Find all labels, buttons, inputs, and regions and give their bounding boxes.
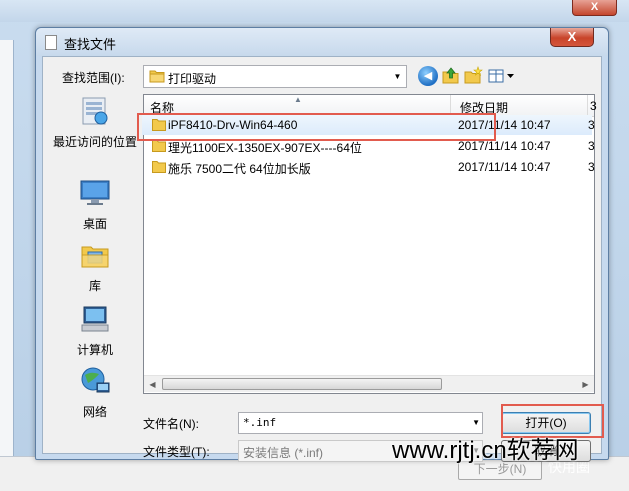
- libraries-icon: [49, 239, 141, 274]
- chevron-down-icon[interactable]: ▼: [472, 415, 480, 431]
- network-icon: [49, 365, 141, 400]
- places-bar: 最近访问的位置 桌面 库 计算机 网络: [49, 95, 141, 419]
- table-row[interactable]: 施乐 7500二代 64位加长版 2017/11/14 10:47 3: [142, 157, 595, 177]
- file-type: 3: [588, 118, 595, 132]
- background-titlebar: [0, 0, 629, 22]
- selection-highlight: [137, 113, 496, 141]
- dialog-titlebar: 查找文件 X: [36, 28, 608, 56]
- place-label: 最近访问的位置: [52, 135, 137, 149]
- folder-icon: [152, 139, 166, 155]
- desktop-icon: [49, 177, 141, 212]
- file-name-value: *.inf: [243, 416, 277, 429]
- place-computer[interactable]: 计算机: [49, 303, 141, 358]
- folder-icon: [152, 160, 166, 176]
- look-in-combo[interactable]: 打印驱动 ▼: [143, 65, 407, 88]
- document-icon: [45, 35, 57, 50]
- close-button[interactable]: X: [550, 28, 594, 47]
- file-type: 3: [588, 139, 595, 153]
- watermark: www.rjtj.cn软荐网: [392, 437, 579, 464]
- place-recent[interactable]: 最近访问的位置: [49, 95, 141, 150]
- up-folder-icon[interactable]: [441, 66, 461, 86]
- place-label: 库: [88, 279, 101, 293]
- background-close-button[interactable]: X: [572, 0, 617, 16]
- place-label: 网络: [82, 405, 107, 419]
- file-date: 2017/11/14 10:47: [458, 160, 551, 174]
- file-type-label: 文件类型(T):: [143, 445, 210, 459]
- place-label: 桌面: [82, 217, 107, 231]
- file-date: 2017/11/14 10:47: [458, 139, 551, 153]
- background-left-strip: [0, 40, 14, 491]
- place-desktop[interactable]: 桌面: [49, 177, 141, 232]
- file-name: 理光1100EX-1350EX-907EX----64位: [168, 141, 362, 155]
- computer-icon: [49, 303, 141, 338]
- folder-icon: [149, 69, 165, 86]
- file-type-value: 安装信息 (*.inf): [243, 446, 324, 460]
- place-libraries[interactable]: 库: [49, 239, 141, 294]
- file-type: 3: [588, 160, 595, 174]
- new-folder-icon[interactable]: [463, 66, 483, 86]
- recent-places-icon: [49, 95, 141, 130]
- look-in-label: 查找范围(I):: [62, 71, 125, 85]
- chevron-down-icon[interactable]: ▼: [389, 66, 406, 87]
- place-network[interactable]: 网络: [49, 365, 141, 420]
- view-menu-icon[interactable]: [487, 66, 517, 86]
- look-in-value: 打印驱动: [168, 72, 217, 86]
- dialog-title: 查找文件: [64, 37, 117, 52]
- file-name-label: 文件名(N):: [143, 417, 199, 431]
- back-arrow-icon[interactable]: ◀: [418, 66, 438, 86]
- place-label: 计算机: [76, 343, 113, 357]
- file-name: 施乐 7500二代 64位加长版: [168, 162, 311, 176]
